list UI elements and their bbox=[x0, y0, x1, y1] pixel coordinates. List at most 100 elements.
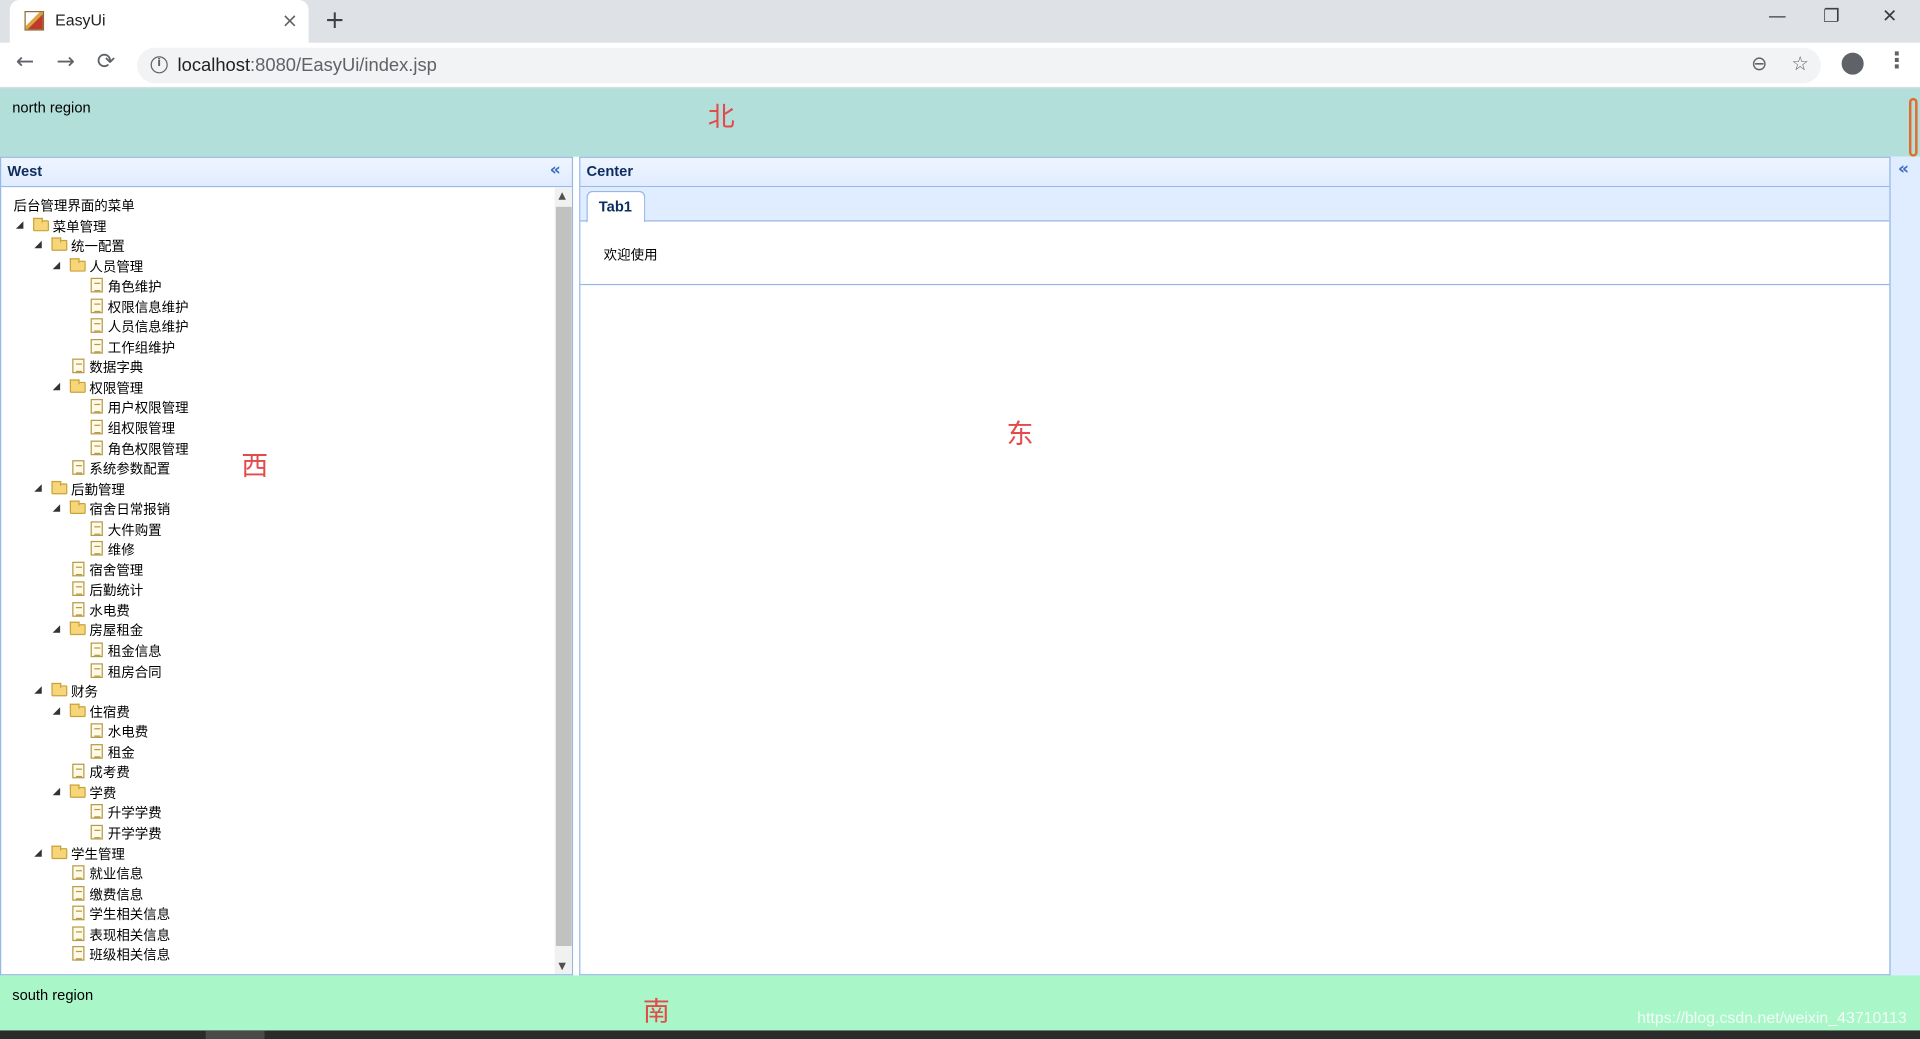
folder-icon bbox=[69, 257, 86, 272]
tab-title: EasyUi bbox=[55, 11, 106, 30]
tree-folder-node[interactable]: ◢ 学生管理 bbox=[1, 843, 552, 863]
tree-leaf-node[interactable]: 开学学费 bbox=[1, 822, 552, 842]
profile-avatar-icon[interactable] bbox=[1841, 52, 1864, 75]
address-toolbar: ← → ⟳ i localhost:8080/EasyUi/index.jsp … bbox=[0, 42, 1920, 89]
tree-leaf-node[interactable]: 后勤统计 bbox=[1, 579, 552, 599]
tree-expand-icon[interactable]: ◢ bbox=[53, 782, 65, 802]
tree-folder-node[interactable]: ◢ 学费 bbox=[1, 782, 552, 802]
zoom-icon[interactable]: ⊖ bbox=[1751, 51, 1767, 74]
tree-node-label: 学生相关信息 bbox=[89, 907, 171, 923]
file-icon bbox=[72, 602, 85, 617]
site-info-icon[interactable]: i bbox=[150, 56, 168, 74]
tree-node-label: 学费 bbox=[89, 785, 117, 802]
bookmark-star-icon[interactable]: ☆ bbox=[1791, 51, 1809, 74]
tree-expand-icon[interactable]: ◢ bbox=[53, 701, 65, 721]
tab-close-icon[interactable]: × bbox=[282, 9, 298, 32]
tree-folder-node[interactable]: ◢ 财务 bbox=[1, 681, 552, 701]
taskbar-button[interactable] bbox=[205, 1030, 265, 1039]
tree-folder-node[interactable]: ◢ 菜单管理 bbox=[1, 215, 552, 235]
tree-node-label: 后勤管理 bbox=[71, 481, 125, 498]
tree-leaf-node[interactable]: 租金信息 bbox=[1, 640, 552, 660]
watermark-text: https://blog.csdn.net/weixin_43710113 bbox=[1637, 1008, 1907, 1027]
tree-leaf-node[interactable]: 角色维护 bbox=[1, 276, 552, 296]
tree-leaf-node[interactable]: 大件购置 bbox=[1, 519, 552, 539]
file-icon bbox=[90, 298, 103, 313]
west-collapse-icon[interactable]: « bbox=[550, 160, 561, 180]
file-icon bbox=[72, 359, 85, 374]
tree-expand-icon[interactable]: ◢ bbox=[53, 498, 65, 518]
folder-icon bbox=[69, 379, 86, 393]
east-region-collapsed[interactable]: « bbox=[1889, 156, 1920, 977]
tree-expand-icon[interactable]: ◢ bbox=[34, 681, 46, 701]
tab-tab1[interactable]: Tab1 bbox=[586, 190, 646, 223]
tree-leaf-node[interactable]: 班级相关信息 bbox=[1, 944, 552, 964]
scrollbar-thumb[interactable] bbox=[555, 206, 572, 946]
tree-folder-node[interactable]: ◢ 人员管理 bbox=[1, 255, 552, 275]
tree-expand-icon[interactable]: ◢ bbox=[34, 478, 46, 498]
tree-leaf-node[interactable]: 学生相关信息 bbox=[1, 903, 552, 923]
east-expand-icon[interactable]: « bbox=[1898, 159, 1909, 179]
tree-leaf-node[interactable]: 缴费信息 bbox=[1, 883, 552, 903]
reload-icon[interactable]: ⟳ bbox=[97, 49, 115, 75]
tree-root-label: 后台管理界面的菜单 bbox=[13, 198, 135, 215]
tree-leaf-node[interactable]: 表现相关信息 bbox=[1, 924, 552, 944]
welcome-text: 欢迎使用 bbox=[603, 247, 658, 264]
tree-leaf-node[interactable]: 成考费 bbox=[1, 762, 552, 782]
tree-leaf-node[interactable]: 人员信息维护 bbox=[1, 316, 552, 336]
tree-expand-icon[interactable]: ◢ bbox=[16, 215, 28, 235]
forward-icon[interactable]: → bbox=[56, 49, 74, 75]
tree-node-label: 租金信息 bbox=[107, 643, 162, 660]
close-window-button[interactable]: ✕ bbox=[1882, 5, 1897, 27]
west-panel-title: West bbox=[7, 162, 43, 180]
tree-leaf-node[interactable]: 就业信息 bbox=[1, 863, 552, 883]
tree-leaf-node[interactable]: 数据字典 bbox=[1, 357, 552, 377]
tree-leaf-node[interactable]: 工作组维护 bbox=[1, 336, 552, 356]
folder-icon bbox=[51, 480, 68, 494]
scroll-down-icon[interactable]: ▼ bbox=[558, 961, 566, 972]
tree-leaf-node[interactable]: 权限信息维护 bbox=[1, 296, 552, 316]
tree-leaf-node[interactable]: 水电费 bbox=[1, 721, 552, 741]
url-host: localhost bbox=[177, 55, 251, 76]
tree-folder-node[interactable]: ◢ 住宿费 bbox=[1, 701, 552, 721]
scroll-up-icon[interactable]: ▲ bbox=[558, 190, 566, 201]
browser-tab[interactable]: EasyUi × bbox=[9, 0, 309, 43]
tree-leaf-node[interactable]: 水电费 bbox=[1, 600, 552, 620]
tree-leaf-node[interactable]: 用户权限管理 bbox=[1, 397, 552, 417]
tree-leaf-node[interactable]: 角色权限管理 bbox=[1, 438, 552, 458]
tree-expand-icon[interactable]: ◢ bbox=[53, 377, 65, 397]
tree-root[interactable]: 后台管理界面的菜单 bbox=[1, 195, 552, 215]
tree-node-label: 菜单管理 bbox=[52, 218, 107, 235]
tree-folder-node[interactable]: ◢ 宿舍日常报销 bbox=[1, 498, 552, 518]
tree-expand-icon[interactable]: ◢ bbox=[34, 843, 46, 863]
new-tab-button[interactable]: + bbox=[324, 5, 345, 34]
back-icon[interactable]: ← bbox=[16, 49, 34, 75]
west-scrollbar[interactable]: ▲ ▼ bbox=[554, 187, 572, 975]
page-scrollbar-thumb[interactable] bbox=[1908, 97, 1918, 157]
tree-folder-node[interactable]: ◢ 统一配置 bbox=[1, 235, 552, 255]
file-icon bbox=[90, 521, 103, 536]
tree-folder-node[interactable]: ◢ 房屋租金 bbox=[1, 620, 552, 640]
restore-button[interactable]: ❐ bbox=[1823, 5, 1839, 27]
file-icon bbox=[90, 723, 103, 739]
south-label: south region bbox=[12, 986, 94, 1004]
address-bar[interactable]: i localhost:8080/EasyUi/index.jsp ⊖ ☆ bbox=[137, 47, 1821, 84]
tree-leaf-node[interactable]: 宿舍管理 bbox=[1, 559, 552, 579]
tree-leaf-node[interactable]: 系统参数配置 bbox=[1, 458, 552, 478]
tree-folder-node[interactable]: ◢ 权限管理 bbox=[1, 377, 552, 397]
tree-folder-node[interactable]: ◢ 后勤管理 bbox=[1, 478, 552, 498]
minimize-button[interactable]: — bbox=[1768, 5, 1786, 27]
tree-leaf-node[interactable]: 组权限管理 bbox=[1, 417, 552, 437]
tree-leaf-node[interactable]: 租房合同 bbox=[1, 660, 552, 680]
tree-node-label: 角色维护 bbox=[107, 279, 162, 296]
tree-expand-icon[interactable]: ◢ bbox=[53, 620, 65, 640]
url-text: localhost:8080/EasyUi/index.jsp bbox=[178, 55, 437, 76]
tree-leaf-node[interactable]: 升学学费 bbox=[1, 802, 552, 822]
tree-expand-icon[interactable]: ◢ bbox=[53, 255, 65, 275]
tree-leaf-node[interactable]: 租金 bbox=[1, 741, 552, 761]
browser-menu-icon[interactable]: ⋮ bbox=[1886, 48, 1908, 74]
tree-node-label: 水电费 bbox=[107, 724, 149, 741]
file-icon bbox=[72, 561, 85, 577]
tree-leaf-node[interactable]: 维修 bbox=[1, 539, 552, 559]
tree-expand-icon[interactable]: ◢ bbox=[34, 235, 46, 255]
tree-node-label: 就业信息 bbox=[89, 866, 144, 883]
